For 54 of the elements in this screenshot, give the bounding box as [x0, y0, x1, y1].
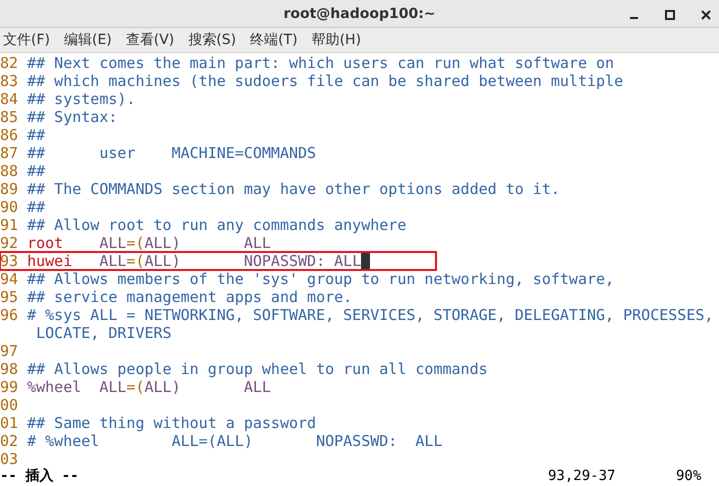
menu-item[interactable]: 编辑(E): [64, 31, 112, 49]
line-number: 97: [0, 342, 20, 360]
line-number: 96: [0, 306, 20, 324]
menu-item[interactable]: 文件(F): [3, 31, 50, 49]
code-line: LOCATE, DRIVERS: [35, 324, 172, 342]
line-number: 89: [0, 180, 20, 198]
scroll-percent: 90%: [676, 468, 702, 484]
code-line: ##: [27, 126, 46, 144]
code-line: ## user MACHINE=COMMANDS: [27, 144, 316, 162]
line-number: 94: [0, 270, 20, 288]
code-line: ## Next comes the main part: which users can run what software on: [27, 54, 614, 72]
line-number: 82: [0, 54, 20, 72]
menu-item[interactable]: 帮助(H): [312, 31, 362, 49]
code-line: # %wheel ALL=(ALL) NOPASSWD: ALL: [27, 432, 442, 450]
code-line: ## Allow root to run any commands anywhere: [27, 216, 406, 234]
line-number: 91: [0, 216, 20, 234]
line-number: 86: [0, 126, 20, 144]
line-number: 85: [0, 108, 20, 126]
line-number: 98: [0, 360, 20, 378]
code-line: ##: [27, 198, 46, 216]
code-line: ## Allows members of the 'sys' group to run networking, software,: [27, 270, 614, 288]
maximize-icon[interactable]: [665, 10, 675, 20]
code-line: # %sys ALL = NETWORKING, SOFTWARE, SERVICES, STORAGE, DELEGATING, PROCESSES,: [27, 306, 714, 324]
code-line: ## Syntax:: [27, 108, 118, 126]
code-line: huwei ALL=(ALL) NOPASSWD: ALL: [27, 252, 362, 270]
line-number: 88: [0, 162, 20, 180]
code-line: ## service management apps and more.: [27, 288, 352, 306]
line-number: 02: [0, 432, 20, 450]
code-line: root ALL=(ALL) ALL: [27, 234, 271, 252]
line-number: 00: [0, 396, 20, 414]
code-line: ## which machines (the sudoers file can be shared between multiple: [27, 72, 624, 90]
line-number: 90: [0, 198, 20, 216]
cursor-position: 93,29-37: [548, 468, 616, 484]
menu-item[interactable]: 查看(V): [126, 31, 174, 49]
line-number: 84: [0, 90, 20, 108]
menu-item[interactable]: 终端(T): [250, 31, 298, 49]
line-number: 03: [0, 450, 20, 468]
mode-indicator: -- 插入 --: [0, 468, 80, 484]
line-number: 92: [0, 234, 20, 252]
line-number: 95: [0, 288, 20, 306]
code-line: ## Same thing without a password: [27, 414, 316, 432]
code-line: ## Allows people in group wheel to run all commands: [27, 360, 488, 378]
window-title: root@hadoop100:~: [283, 6, 436, 22]
line-number: 01: [0, 414, 20, 432]
close-icon[interactable]: [701, 10, 711, 20]
line-number: 93: [0, 252, 20, 270]
menu-item[interactable]: 搜索(S): [188, 31, 236, 49]
code-line: ## systems).: [27, 90, 136, 108]
line-number: 83: [0, 72, 20, 90]
code-line: ## The COMMANDS section may have other options added to it.: [27, 180, 560, 198]
code-line: ##: [27, 162, 46, 180]
code-line: %wheel ALL=(ALL) ALL: [27, 378, 271, 396]
line-number: 87: [0, 144, 20, 162]
line-number: 99: [0, 378, 20, 396]
